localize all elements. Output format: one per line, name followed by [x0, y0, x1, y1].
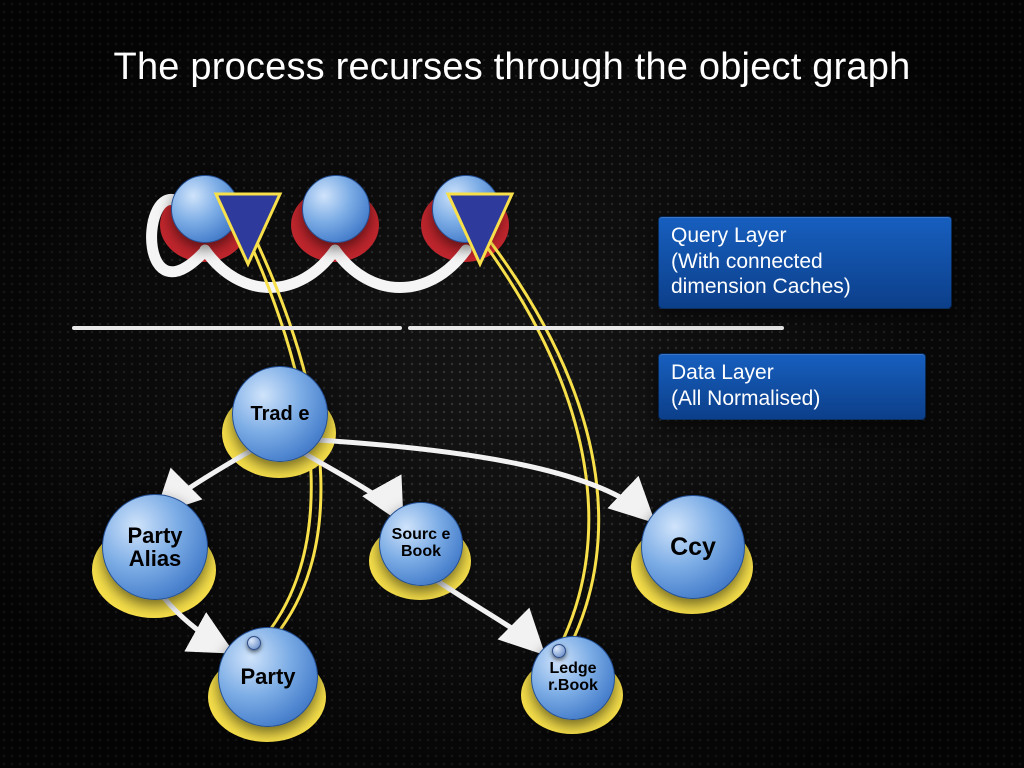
node-ccy: Ccy — [641, 495, 745, 599]
layer-divider-left — [72, 326, 402, 330]
label-query-layer: Query Layer (With connected dimension Ca… — [658, 216, 952, 309]
pointer-triangle-left — [212, 190, 284, 268]
node-party-alias-label: Party Alias — [103, 522, 207, 572]
node-trade: Trad e — [232, 366, 328, 462]
node-party: Party — [218, 627, 318, 727]
pointer-triangle-right — [444, 190, 516, 268]
node-ccy-label: Ccy — [668, 532, 718, 562]
path-endpoint-dot-1 — [247, 636, 261, 650]
slide-canvas: The process recurses through the object … — [0, 0, 1024, 768]
node-ledger-book: Ledge r.Book — [531, 636, 615, 720]
path-endpoint-dot-2 — [552, 644, 566, 658]
query-node-2 — [302, 175, 370, 243]
slide-title: The process recurses through the object … — [0, 46, 1024, 90]
node-source-book: Sourc e Book — [379, 502, 463, 586]
node-source-book-label: Sourc e Book — [380, 525, 462, 563]
node-party-alias: Party Alias — [102, 494, 208, 600]
label-data-layer: Data Layer (All Normalised) — [658, 353, 926, 420]
node-party-label: Party — [238, 663, 297, 690]
node-ledger-book-label: Ledge r.Book — [532, 659, 614, 697]
node-trade-label: Trad e — [249, 402, 312, 427]
layer-divider-right — [408, 326, 784, 330]
